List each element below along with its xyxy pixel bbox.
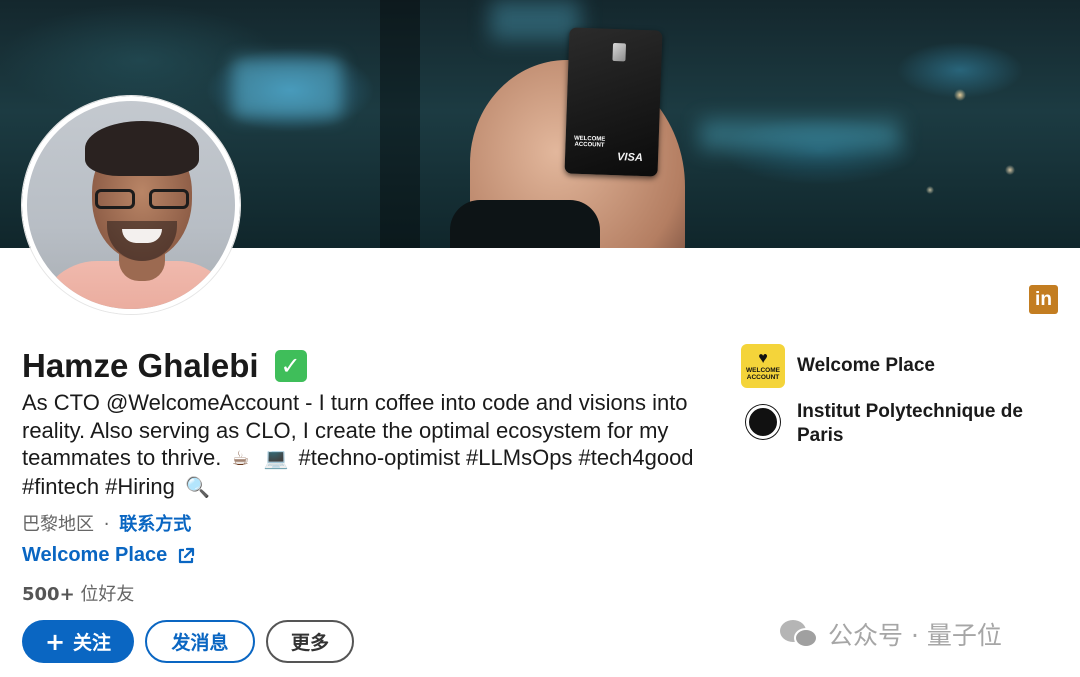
card-brand-logo: WELCOME ACCOUNT [573,135,606,149]
follow-button-label: 关注 [73,632,112,654]
background-light [700,120,900,150]
profile-name: Hamze Ghalebi [22,347,259,384]
education-school[interactable]: Institut Polytechnique de Paris [741,400,1057,448]
laptop-icon: 💻 [263,446,289,470]
location-text: 巴黎地区 [22,514,94,535]
wechat-icon [780,618,820,650]
checkmark-badge-icon: ✓ [274,350,307,382]
welcome-account-logo: ♥ WELCOME ACCOUNT [741,344,785,388]
company-website-link[interactable]: Welcome Place [22,544,195,567]
connections-count[interactable]: 500+ 位好友 [22,580,134,606]
background-light [232,58,342,118]
school-name: Institut Polytechnique de Paris [797,401,1023,446]
more-button[interactable]: 更多 [266,620,354,663]
card-network: VISA [616,151,643,165]
card-chip [612,42,627,62]
current-company[interactable]: ♥ WELCOME ACCOUNT Welcome Place [741,344,935,388]
profile-headline: As CTO @WelcomeAccount - I turn coffee i… [22,389,722,501]
watermark-text: 公众号 · 量子位 [828,621,1002,650]
separator-dot: · [103,514,110,535]
external-link-icon [179,547,195,563]
linkedin-icon[interactable]: in [1029,285,1058,314]
magnifier-icon: 🔍 [185,474,210,499]
message-button[interactable]: 发消息 [145,620,255,663]
plus-icon: + [44,627,66,656]
follow-button[interactable]: + 关注 [22,620,134,663]
contact-info-link[interactable]: 联系方式 [119,514,191,535]
profile-avatar[interactable] [22,96,240,314]
name-row: Hamze Ghalebi ✓ [22,346,307,386]
background-light [490,0,580,40]
polytechnique-logo [741,400,785,444]
sleeve [450,200,600,248]
heart-icon: ♥ [758,350,768,367]
company-link-label: Welcome Place [22,544,168,566]
watermark: 公众号 · 量子位 [780,614,1002,654]
background-shelf [380,0,420,248]
coffee-icon: ☕ [231,446,250,470]
location-row: 巴黎地区 · 联系方式 [22,510,191,536]
payment-card: WELCOME ACCOUNT VISA [564,27,663,177]
company-name: Welcome Place [797,355,936,376]
